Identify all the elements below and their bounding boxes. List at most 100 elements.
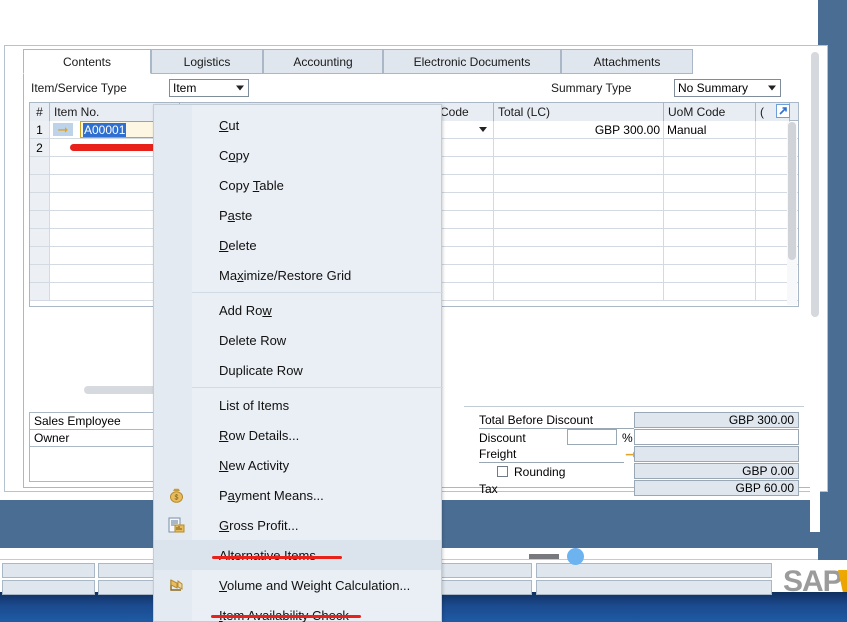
cell-code[interactable] — [436, 283, 494, 300]
cell-uom-code[interactable] — [664, 175, 756, 192]
totals-panel: Total Before Discount GBP 300.00 Discoun… — [479, 412, 799, 504]
menu-item-new-activity[interactable]: New Activity — [154, 450, 441, 480]
tabstrip: Contents Logistics Accounting Electronic… — [23, 49, 693, 74]
cell-uom-code[interactable] — [664, 139, 756, 156]
cell-total-lc[interactable] — [494, 139, 664, 156]
cell-total-lc[interactable] — [494, 247, 664, 264]
tab-accounting[interactable]: Accounting — [263, 49, 383, 74]
bottom-field-1[interactable] — [2, 563, 95, 578]
tab-logistics[interactable]: Logistics — [151, 49, 263, 74]
cell-uom-code[interactable] — [664, 247, 756, 264]
cell-total-lc[interactable] — [494, 229, 664, 246]
cell-uom-code[interactable] — [664, 283, 756, 300]
cell-total-lc[interactable]: GBP 300.00 — [494, 121, 664, 138]
tab-electronic-documents[interactable]: Electronic Documents — [383, 49, 561, 74]
cell-partial[interactable] — [756, 193, 790, 210]
cell-total-lc[interactable] — [494, 157, 664, 174]
expand-grid-icon[interactable] — [776, 104, 790, 118]
column-header-code[interactable]: Code — [436, 103, 494, 121]
tab-attachments-label: Attachments — [593, 54, 661, 69]
cell-code[interactable] — [436, 121, 494, 138]
cell-partial[interactable] — [756, 175, 790, 192]
cell-uom-code[interactable] — [664, 157, 756, 174]
cell-code[interactable] — [436, 229, 494, 246]
cell-total-lc[interactable] — [494, 265, 664, 282]
menu-item-duplicate-row[interactable]: Duplicate Row — [154, 355, 441, 385]
menu-item-cut-label: Cut — [219, 117, 240, 133]
cell-uom-code[interactable] — [664, 265, 756, 282]
item-service-type-select[interactable]: Item — [169, 79, 249, 97]
rounding-checkbox[interactable] — [497, 466, 508, 477]
cell-code[interactable] — [436, 247, 494, 264]
window-vertical-scrollbar[interactable] — [810, 52, 820, 532]
summary-type-select[interactable]: No Summary — [674, 79, 781, 97]
rounding-value: GBP 0.00 — [634, 463, 799, 479]
cell-total-lc[interactable] — [494, 175, 664, 192]
menu-item-list-of-items[interactable]: List of Items — [154, 390, 441, 420]
percent-symbol: % — [622, 431, 633, 445]
cell-total-lc[interactable] — [494, 211, 664, 228]
menu-item-alternative-items[interactable]: Alternative Items — [154, 540, 441, 570]
total-before-discount-label: Total Before Discount — [479, 412, 634, 429]
menu-item-copy-table[interactable]: Copy Table — [154, 170, 441, 200]
menu-item-volume-and-weight-calculation[interactable]: Volume and Weight Calculation... — [154, 570, 441, 600]
cell-total-lc[interactable] — [494, 193, 664, 210]
cell-code[interactable] — [436, 193, 494, 210]
discount-percent-input[interactable] — [567, 429, 617, 445]
cell-uom-code[interactable] — [664, 193, 756, 210]
menu-item-add-row[interactable]: Add Row — [154, 295, 441, 325]
menu-item-paste[interactable]: Paste — [154, 200, 441, 230]
cell-code[interactable] — [436, 211, 494, 228]
menu-item-list-of-items-label: List of Items — [219, 397, 290, 413]
menu-item-delete[interactable]: Delete — [154, 230, 441, 260]
cell-partial[interactable] — [756, 139, 790, 156]
grid-vertical-scrollbar[interactable] — [787, 122, 797, 305]
cell-total-lc[interactable] — [494, 283, 664, 300]
discount-label: Discount — [479, 430, 526, 445]
cell-partial[interactable] — [756, 211, 790, 228]
tax-value: GBP 60.00 — [634, 480, 799, 496]
discount-amount-input[interactable] — [634, 429, 799, 445]
cell-partial[interactable] — [756, 121, 790, 138]
cell-partial[interactable] — [756, 229, 790, 246]
column-header-index[interactable]: # — [30, 103, 50, 121]
menu-item-copy[interactable]: Copy — [154, 140, 441, 170]
cell-partial[interactable] — [756, 247, 790, 264]
menu-item-add-row-label: Add Row — [219, 302, 272, 318]
status-dot — [567, 548, 584, 565]
menu-item-delete-row[interactable]: Delete Row — [154, 325, 441, 355]
bottom-field-5[interactable] — [2, 580, 95, 595]
cell-code[interactable] — [436, 175, 494, 192]
menu-item-item-availability-check[interactable]: Item Availability Check — [154, 600, 441, 622]
menu-item-payment-means[interactable]: $ Payment Means... — [154, 480, 441, 510]
cell-uom-code[interactable] — [664, 211, 756, 228]
cell-partial[interactable] — [756, 265, 790, 282]
menu-item-copy-table-label: Copy Table — [219, 177, 284, 193]
window-vertical-scroll-thumb[interactable] — [811, 52, 819, 317]
cell-uom-code[interactable]: Manual — [664, 121, 756, 138]
grid-vertical-scroll-thumb[interactable] — [788, 122, 796, 260]
menu-item-row-details[interactable]: Row Details... — [154, 420, 441, 450]
freight-value — [634, 446, 799, 462]
cell-partial[interactable] — [756, 157, 790, 174]
menu-item-cut[interactable]: Cut — [154, 110, 441, 140]
cell-code[interactable] — [436, 139, 494, 156]
grid-context-menu[interactable]: Cut Copy Copy Table Paste Delete Maximiz… — [153, 104, 443, 622]
cell-uom-code[interactable] — [664, 229, 756, 246]
freight-label[interactable]: Freight — [479, 446, 624, 463]
tab-attachments[interactable]: Attachments — [561, 49, 693, 74]
cell-code[interactable] — [436, 265, 494, 282]
annotation-redline-alternative-items — [212, 556, 342, 559]
screen-root: SAP Contents Logistics Accounting Electr… — [0, 0, 847, 622]
bottom-field-4[interactable] — [536, 563, 772, 578]
column-header-uom-code[interactable]: UoM Code — [664, 103, 756, 121]
column-header-total-lc[interactable]: Total (LC) — [494, 103, 664, 121]
menu-item-volume-and-weight-calculation-label: Volume and Weight Calculation... — [219, 577, 411, 593]
cell-code[interactable] — [436, 157, 494, 174]
cell-partial[interactable] — [756, 283, 790, 300]
item-no-value: A00001 — [83, 122, 127, 137]
menu-item-maximize-restore-grid[interactable]: Maximize/Restore Grid — [154, 260, 441, 290]
menu-item-gross-profit[interactable]: Gross Profit... — [154, 510, 441, 540]
tab-contents[interactable]: Contents — [23, 49, 151, 74]
bottom-field-8[interactable] — [536, 580, 772, 595]
